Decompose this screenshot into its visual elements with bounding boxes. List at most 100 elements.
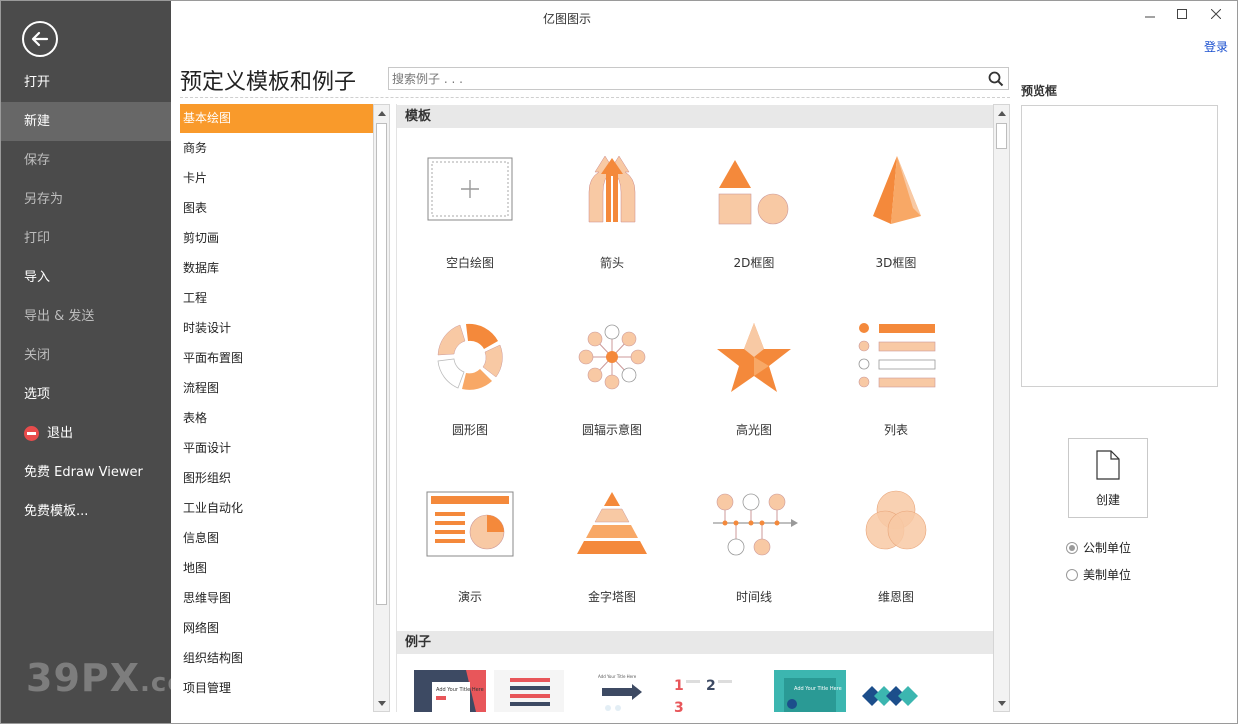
template-label: 维恩图 (877, 590, 914, 604)
template-tile-highlight[interactable]: 高光图 (684, 319, 824, 479)
example-diamond-icon: Add Your Title Here (774, 670, 924, 712)
create-button[interactable]: 创建 (1068, 438, 1148, 518)
venn-icon (865, 490, 927, 550)
login-link[interactable]: 登录 (1204, 38, 1228, 55)
template-tile-2d-block[interactable]: 2D框图 (684, 152, 824, 312)
highlight-star-icon (717, 323, 791, 392)
category-item[interactable]: 工业自动化 (180, 493, 373, 523)
template-tile-pyramid[interactable]: 金字塔图 (542, 486, 682, 646)
example-thumb[interactable]: Add Your Title Here (414, 670, 564, 712)
sidebar-item-save-as[interactable]: 另存为 (0, 180, 171, 219)
radio-metric[interactable] (1066, 541, 1078, 554)
sidebar-item-exit[interactable]: 退出 (0, 414, 171, 453)
circular-chart-icon (437, 323, 503, 390)
sidebar-item-export-send[interactable]: 导出 & 发送 (0, 297, 171, 336)
maximize-icon (1177, 9, 1187, 19)
category-item-basic[interactable]: 基本绘图 (180, 104, 373, 133)
sidebar-item-label: 导入 (24, 270, 51, 285)
sidebar-item-options[interactable]: 选项 (0, 375, 171, 414)
window-title: 亿图图示 (542, 12, 591, 26)
category-item[interactable]: 项目管理 (180, 673, 373, 703)
preview-box (1021, 105, 1218, 387)
close-icon (1211, 9, 1221, 19)
list-icon (858, 323, 936, 388)
search-icon[interactable] (988, 71, 1004, 87)
sidebar-item-print[interactable]: 打印 (0, 219, 171, 258)
3d-block-icon (873, 156, 921, 224)
sidebar-item-label: 关闭 (24, 348, 51, 363)
template-tile-circular[interactable]: 圆形图 (400, 319, 540, 479)
backstage-sidebar: 打开 新建 保存 另存为 打印 导入 导出 & 发送 关闭 选项 退出 免费 E… (0, 0, 213, 724)
template-tile-radial[interactable]: 圆辐示意图 (542, 319, 682, 479)
template-tile-timeline[interactable]: 时间线 (684, 486, 824, 646)
maximize-button[interactable] (1167, 4, 1197, 24)
svg-text:Add Your Title Here: Add Your Title Here (794, 686, 842, 692)
svg-text:2: 2 (706, 678, 716, 694)
svg-text:Add Your Title Here: Add Your Title Here (436, 687, 484, 693)
example-numbered-icon: Add Your Title Here 1 2 3 (594, 670, 732, 712)
scroll-thumb[interactable] (996, 123, 1007, 149)
template-tile-blank[interactable]: 空白绘图 (400, 152, 540, 312)
unit-us-option[interactable]: 美制单位 (1066, 566, 1131, 583)
category-item[interactable]: 平面设计 (180, 433, 373, 463)
gallery-scrollbar[interactable] (993, 104, 1010, 712)
category-item[interactable]: 时装设计 (180, 313, 373, 343)
minimize-button[interactable] (1135, 4, 1165, 24)
category-item[interactable]: 地图 (180, 553, 373, 583)
template-label: 3D框图 (875, 256, 917, 270)
category-scrollbar[interactable] (373, 104, 390, 712)
scroll-thumb[interactable] (376, 123, 387, 605)
category-item[interactable]: 图形组织 (180, 463, 373, 493)
sidebar-item-close[interactable]: 关闭 (0, 336, 171, 375)
template-tile-3d-block[interactable]: 3D框图 (826, 152, 966, 312)
example-thumb[interactable]: Add Your Title Here 1 2 3 (594, 670, 744, 712)
template-tile-presentation[interactable]: 演示 (400, 486, 540, 646)
category-item[interactable]: 卡片 (180, 163, 373, 193)
search-input[interactable] (389, 68, 979, 89)
template-label: 空白绘图 (445, 256, 494, 270)
scroll-up-arrow[interactable] (994, 105, 1009, 121)
sidebar-menu: 打开 新建 保存 另存为 打印 导入 导出 & 发送 关闭 选项 退出 免费 E… (0, 63, 171, 531)
radio-us[interactable] (1066, 568, 1078, 581)
category-item[interactable]: 组织结构图 (180, 643, 373, 673)
template-label: 列表 (883, 423, 908, 437)
sidebar-item-edraw-viewer[interactable]: 免费 Edraw Viewer (0, 453, 171, 492)
template-tile-arrows[interactable]: 箭头 (542, 152, 682, 312)
sidebar-item-new[interactable]: 新建 (0, 102, 171, 141)
category-item[interactable]: 商务 (180, 133, 373, 163)
2d-block-icon (718, 160, 789, 225)
close-window-button[interactable] (1201, 4, 1231, 24)
radial-diagram-icon (578, 324, 646, 390)
category-item[interactable]: 流程图 (180, 373, 373, 403)
category-item[interactable]: 图表 (180, 193, 373, 223)
sidebar-item-open[interactable]: 打开 (0, 63, 171, 102)
back-button[interactable] (22, 21, 58, 57)
template-tile-venn[interactable]: 维恩图 (826, 486, 966, 646)
template-tile-list[interactable]: 列表 (826, 319, 966, 479)
template-label: 圆辐示意图 (581, 423, 642, 437)
category-item[interactable]: 数据库 (180, 253, 373, 283)
category-item[interactable]: 网络图 (180, 613, 373, 643)
category-item[interactable]: 思维导图 (180, 583, 373, 613)
document-icon (1096, 450, 1120, 480)
sidebar-item-import[interactable]: 导入 (0, 258, 171, 297)
category-item[interactable]: 工程 (180, 283, 373, 313)
scroll-down-arrow[interactable] (994, 695, 1009, 711)
minimize-icon (1145, 16, 1155, 18)
pyramid-icon (577, 492, 647, 554)
template-label: 高光图 (735, 423, 772, 437)
example-thumb[interactable]: Add Your Title Here (774, 670, 924, 712)
category-item[interactable]: 平面布置图 (180, 343, 373, 373)
app-window: 打开 新建 保存 另存为 打印 导入 导出 & 发送 关闭 选项 退出 免费 E… (0, 0, 1238, 724)
category-item[interactable]: 剪切画 (180, 223, 373, 253)
template-label: 圆形图 (451, 423, 488, 437)
category-item[interactable]: 信息图 (180, 523, 373, 553)
category-item[interactable]: 表格 (180, 403, 373, 433)
search-box[interactable] (388, 67, 1009, 90)
scroll-up-arrow[interactable] (374, 105, 389, 121)
sidebar-item-free-templates[interactable]: 免费模板... (0, 492, 171, 531)
arrows-icon (588, 155, 636, 223)
scroll-down-arrow[interactable] (374, 695, 389, 711)
unit-metric-option[interactable]: 公制单位 (1066, 539, 1131, 556)
sidebar-item-save[interactable]: 保存 (0, 141, 171, 180)
